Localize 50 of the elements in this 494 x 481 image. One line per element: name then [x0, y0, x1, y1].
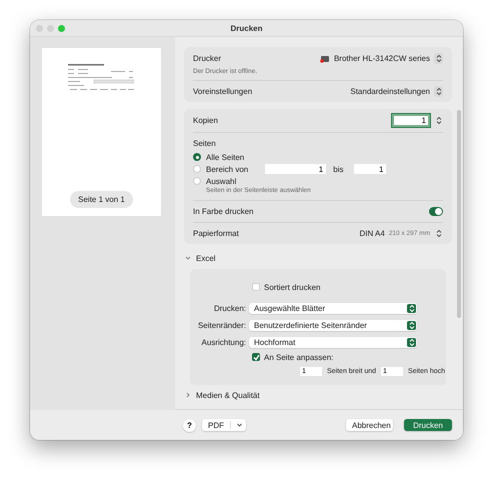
presets-label: Voreinstellungen: [193, 87, 252, 96]
print-button[interactable]: Drucken: [404, 419, 452, 432]
printer-popup[interactable]: Brother HL-3142CW series: [320, 53, 443, 64]
radio-button[interactable]: [193, 153, 201, 161]
radio-label: Alle Seiten: [206, 152, 244, 162]
updown-icon: [436, 116, 442, 125]
pdf-menu-button[interactable]: PDF: [202, 419, 246, 432]
select-label: Ausrichtung:: [200, 338, 246, 346]
select-label: Seitenränder:: [196, 320, 246, 330]
updown-icon: [436, 229, 442, 238]
disclosure-icon[interactable]: [185, 255, 191, 261]
select-label: Drucken:: [212, 304, 246, 312]
copies-label: Kopien: [193, 116, 218, 125]
radio-label: Auswahl: [206, 176, 236, 186]
disclosure-icon[interactable]: [185, 392, 191, 398]
scrollbar[interactable]: [457, 110, 461, 318]
range-from-field[interactable]: 1: [265, 164, 326, 174]
zoom-button[interactable]: [58, 25, 65, 32]
updown-icon: [436, 54, 442, 63]
select-popup[interactable]: Benutzerdefinierte Seitenränder: [249, 320, 417, 330]
presets-popup[interactable]: Standardeinstellungen: [350, 86, 443, 97]
cancel-button[interactable]: Abbrechen: [346, 419, 393, 432]
printer-label: Drucker: [193, 54, 222, 63]
select-popup[interactable]: Hochformat: [249, 336, 417, 348]
copies-stepper[interactable]: [434, 115, 443, 126]
range-to-field[interactable]: 1: [354, 164, 386, 174]
select-popup[interactable]: Ausgewählte Blätter: [249, 302, 417, 314]
chevron-icon: [408, 338, 414, 346]
checkbox[interactable]: [252, 283, 260, 291]
radio-label: Bereich von: [206, 164, 248, 174]
chevron-down-icon: [237, 423, 242, 428]
checkbox-label: An Seite anpassen:: [264, 352, 334, 362]
printer-icon: [320, 54, 330, 62]
range-separator: bis: [333, 164, 344, 174]
chevron-icon: [408, 320, 414, 330]
copies-field[interactable]: 1: [392, 114, 430, 127]
color-toggle[interactable]: [429, 207, 443, 216]
page-count-label: Seite 1 von 1: [70, 191, 133, 208]
section-title: Medien & Qualität: [196, 390, 260, 400]
updown-icon: [436, 87, 442, 96]
window-title: Drucken: [230, 24, 262, 32]
section-title: Excel: [196, 254, 216, 262]
checkbox-label: Sortiert drucken: [264, 282, 320, 292]
radio-button[interactable]: [193, 165, 201, 173]
help-button[interactable]: ?: [183, 418, 196, 432]
color-label: In Farbe drucken: [193, 207, 254, 216]
pages-label: Seiten: [193, 138, 217, 150]
chevron-icon: [408, 304, 414, 312]
radio-button[interactable]: [193, 177, 201, 185]
paper-label: Papierformat: [193, 229, 239, 238]
